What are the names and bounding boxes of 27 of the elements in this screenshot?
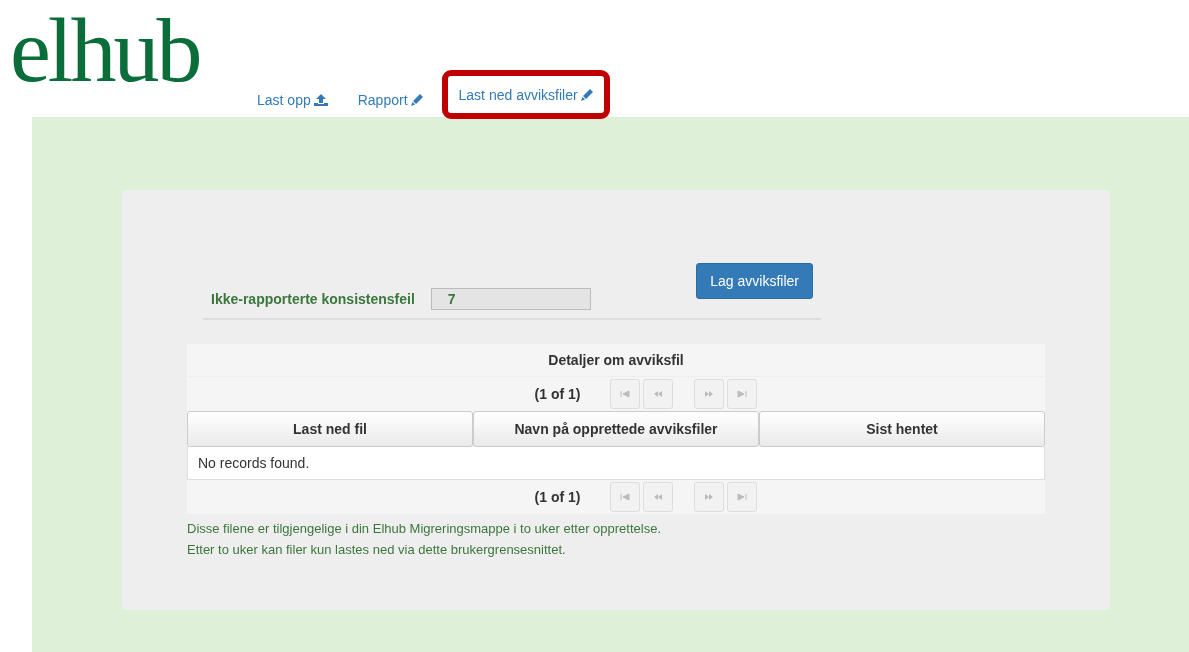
forward-arrow-icon	[737, 493, 748, 501]
info-note: Etter to uker kan filer kun lastes ned via dette brukergrensesnittet.	[187, 541, 567, 559]
table-title: Detaljer om avviksfil	[187, 344, 1045, 377]
page-count: (1 of 1)	[534, 386, 581, 402]
create-button[interactable]: Lag avviksfiler	[696, 263, 813, 299]
page-count: (1 of 1)	[534, 489, 581, 505]
pencil-icon	[410, 93, 423, 106]
back-arrow-icon	[620, 390, 631, 398]
pencil-icon	[580, 88, 593, 101]
forward-arrow-icon	[704, 493, 715, 501]
forward-arrow-icon	[737, 390, 748, 398]
back-arrow-icon	[653, 493, 664, 501]
back-arrow-icon	[653, 390, 664, 398]
column-header[interactable]: Navn på opprettede avviksfiler	[473, 411, 759, 447]
column-header[interactable]: Sist hentet	[759, 411, 1045, 447]
nav-tab[interactable]: Last ned avviksfiler	[441, 70, 610, 119]
column-header[interactable]: Last ned fil	[187, 411, 473, 447]
info-note: Disse filene er tilgjengelige i din Elhub Migreringsmappe i to uker etter opprettelse.	[187, 520, 663, 538]
field-label: Ikke-rapporterte konsistensfeil	[211, 291, 415, 307]
logo: elhub	[10, 0, 200, 102]
back-arrow-icon	[620, 493, 631, 501]
forward-arrow-icon	[704, 390, 715, 398]
count-field[interactable]: 7	[430, 288, 591, 310]
upload-icon	[313, 93, 328, 106]
empty-message: No records found.	[187, 447, 1045, 480]
nav-tab[interactable]: Rapport	[346, 80, 434, 119]
nav-tab[interactable]: Last opp	[246, 80, 339, 119]
